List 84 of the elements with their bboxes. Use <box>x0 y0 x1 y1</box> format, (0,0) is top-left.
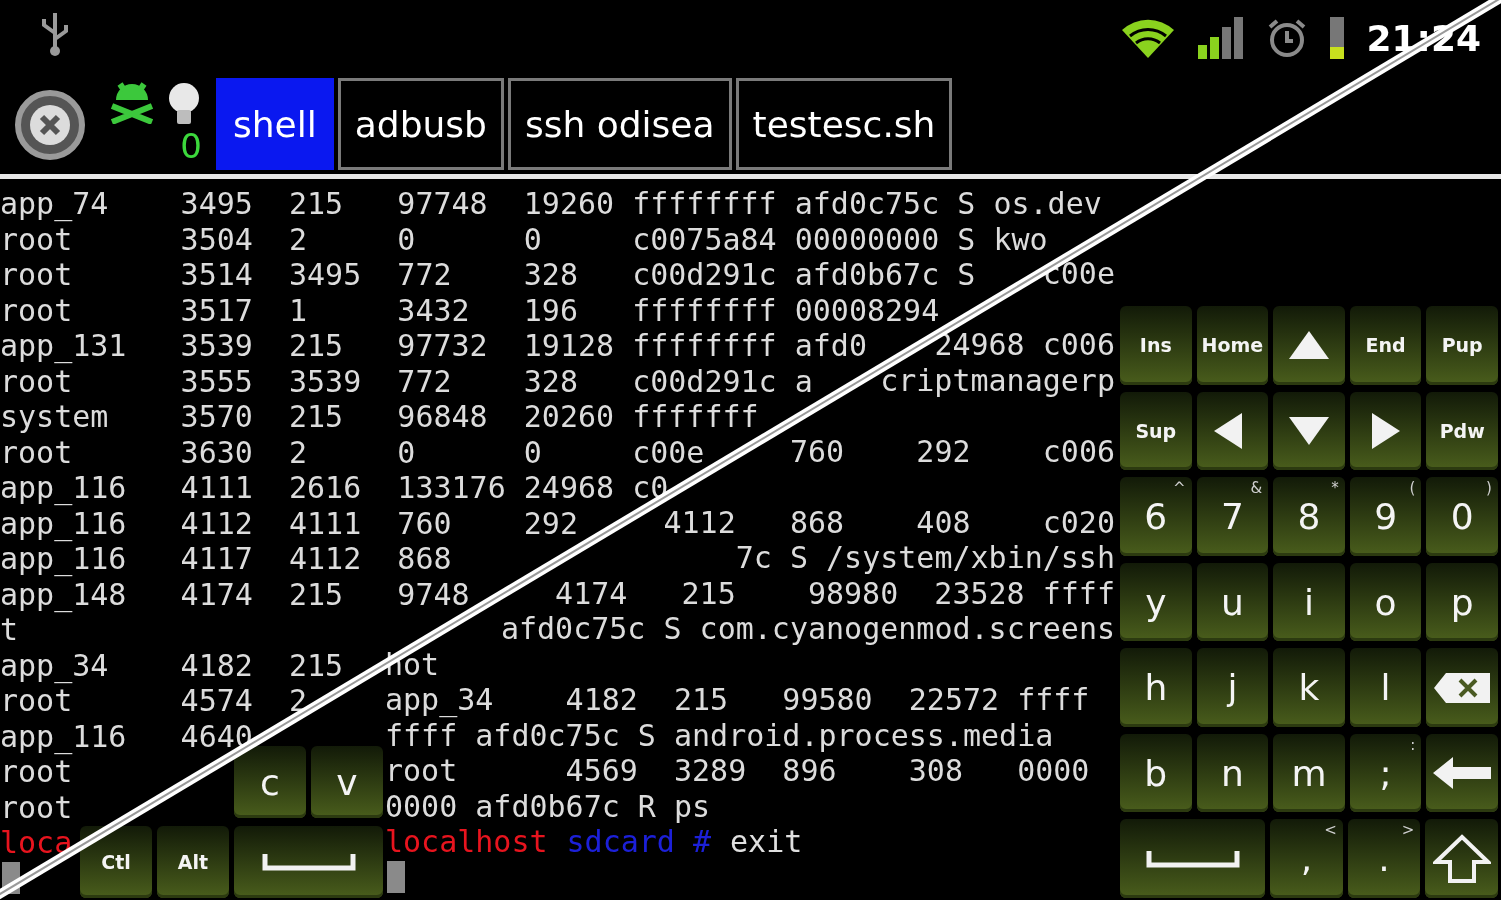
keyboard-key[interactable]: 6 ^ <box>1120 477 1192 556</box>
keyboard-key[interactable] <box>1273 306 1345 385</box>
keyboard-key[interactable]: 0 ) <box>1426 477 1498 556</box>
space-bar-icon <box>260 852 357 872</box>
light-bulb-icon <box>166 82 202 126</box>
terminal-line: afd0c75c S com.cyanogenmod.screens <box>500 611 1115 647</box>
keyboard-key[interactable]: l <box>1349 648 1422 727</box>
keyboard-key[interactable]: . > <box>1347 819 1421 899</box>
keyboard-key[interactable]: 8 * <box>1273 477 1345 556</box>
keyboard-key[interactable]: y <box>1120 562 1192 642</box>
close-button[interactable] <box>14 89 86 161</box>
keyboard-key[interactable]: Pup <box>1426 306 1498 385</box>
terminal-line: root 3514 3495 772 328 c00d291c afd0b67c S <box>0 257 976 293</box>
keyboard-key[interactable]: j <box>1196 648 1269 727</box>
keyboard-key[interactable]: m <box>1273 733 1345 813</box>
keyboard-key[interactable]: Sup <box>1120 391 1192 471</box>
tab[interactable]: shell <box>216 78 334 170</box>
terminal-line: 4174 215 98980 23528 ffff <box>555 575 1115 611</box>
keyboard-key[interactable] <box>1273 391 1345 471</box>
terminal-line: root 4569 3289 896 308 0000 <box>385 753 1090 789</box>
terminal-line: ffff afd0c75c S android.process.media <box>385 717 1054 753</box>
terminal-line: app_131 3539 215 97732 19128 ffffffff afd0 <box>0 328 867 364</box>
keyboard-key[interactable]: u <box>1196 562 1269 642</box>
terminal-line: app_116 4112 4111 760 292 <box>0 505 578 541</box>
terminal-line: 7c S /system/xbin/ssh <box>735 540 1115 576</box>
keyboard-key[interactable] <box>1196 391 1269 471</box>
signal-icon <box>1198 17 1245 59</box>
keyboard-key[interactable]: h <box>1120 648 1192 727</box>
keyboard-key[interactable]: End <box>1349 306 1422 385</box>
keyboard-key[interactable]: i <box>1273 562 1345 642</box>
keyboard-key[interactable] <box>1120 819 1266 899</box>
tab[interactable]: testesc.sh <box>735 78 953 170</box>
keyboard-key[interactable]: p <box>1426 562 1498 642</box>
keyboard-key[interactable] <box>1426 733 1498 813</box>
terminal-line: app_74 3495 215 97748 19260 ffffffff afd0c75c S os.dev <box>0 186 1102 222</box>
terminal-line: root 3517 1 3432 196 ffffffff 00008294 <box>0 292 940 328</box>
terminal-line: criptmanagerp <box>880 362 1115 398</box>
close-icon <box>14 89 86 161</box>
keyboard-key[interactable]: c <box>234 746 306 818</box>
text-cursor <box>387 861 405 894</box>
terminal-line: app_148 4174 215 9748 <box>0 576 470 612</box>
keyboard-key[interactable]: Ins <box>1120 306 1192 385</box>
keyboard-key[interactable] <box>1426 648 1498 727</box>
space-bar-icon <box>1144 848 1241 869</box>
terminal-line: app_116 4117 4112 868 <box>0 541 452 577</box>
terminal-line: system 3570 215 96848 20260 fffffff <box>0 399 759 435</box>
terminal-line: root 3504 2 0 0 c0075a84 00000000 S kwo <box>0 221 1048 257</box>
keyboard-key[interactable]: Alt <box>157 826 229 898</box>
keyboard-key[interactable]: n <box>1196 733 1269 813</box>
keyboard-key[interactable]: ; : <box>1349 733 1422 813</box>
keyboard-key[interactable]: k <box>1273 648 1345 727</box>
terminal-line: 0000 afd0b67c R ps <box>385 788 711 824</box>
keyboard-key[interactable]: Ctl <box>80 826 152 898</box>
keyboard-key[interactable]: Pdw <box>1426 391 1498 471</box>
terminal-line: app_34 4182 215 <box>0 647 344 683</box>
terminal-line: app_34 4182 215 99580 22572 ffff <box>385 682 1090 718</box>
backspace-icon <box>1432 670 1493 705</box>
terminal-line: 4112 868 408 c020 <box>663 504 1115 540</box>
keyboard-key[interactable]: Home <box>1196 306 1269 385</box>
keyboard-key[interactable]: b <box>1120 733 1192 813</box>
tab[interactable]: ssh odisea <box>507 78 732 170</box>
keyboard-key[interactable] <box>1349 391 1422 471</box>
prompt-text: localhost <box>385 824 548 860</box>
keyboard-key[interactable] <box>1425 819 1498 899</box>
keyboard-key[interactable]: v <box>311 746 383 818</box>
terminal-line: root 3555 3539 772 328 c00d291c a <box>0 363 813 399</box>
keyboard-key[interactable]: 9 ( <box>1349 477 1422 556</box>
tab[interactable]: adbusb <box>337 78 504 170</box>
keyboard-key[interactable]: o <box>1349 562 1422 642</box>
prompt-text: exit <box>730 824 803 860</box>
terminal-line: root 3630 2 0 0 c00e <box>0 434 705 470</box>
keyboard-key[interactable]: , < <box>1270 819 1343 899</box>
terminal-line: 24968 c006 <box>934 327 1115 363</box>
keyboard-key[interactable] <box>234 826 383 898</box>
terminal-line: t <box>0 612 19 648</box>
notification-count: 0 <box>180 126 202 166</box>
terminal-line: 760 292 c006 <box>789 433 1115 469</box>
keyboard-key[interactable]: 7 & <box>1196 477 1269 556</box>
terminal-line: root <box>0 754 73 790</box>
shift-arrow-icon <box>1432 833 1491 884</box>
enter-arrow-icon <box>1431 755 1494 792</box>
prompt-text: sdcard # <box>566 824 712 860</box>
battery-icon <box>1330 17 1345 59</box>
terminal-line: root <box>0 789 73 825</box>
